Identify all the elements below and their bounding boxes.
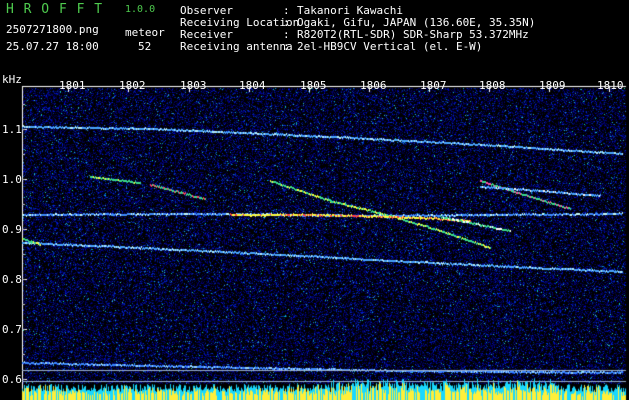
info-sep: : bbox=[283, 4, 290, 17]
time-tick-label: 1806 bbox=[360, 79, 387, 92]
time-tick-label: 1803 bbox=[180, 79, 207, 92]
freq-tick-label: 0.6 bbox=[2, 373, 22, 386]
info-sep: : bbox=[283, 40, 290, 53]
freq-tick-label: 0.9 bbox=[2, 223, 22, 236]
info-sep: : bbox=[283, 16, 290, 29]
meteor-count: 52 bbox=[138, 40, 152, 53]
info-value-observer: Takanori Kawachi bbox=[297, 4, 403, 17]
time-tick-label: 1802 bbox=[119, 79, 146, 92]
time-tick-label: 1805 bbox=[300, 79, 327, 92]
freq-tick-label: 1.1 bbox=[2, 123, 22, 136]
time-tick-label: 1804 bbox=[239, 79, 266, 92]
app-version: 1.0.0 bbox=[125, 4, 156, 15]
spectrogram-canvas bbox=[0, 0, 629, 400]
file-name: 2507271800.png bbox=[6, 23, 99, 36]
freq-tick-label: 0.8 bbox=[2, 273, 22, 286]
info-key-antenna: Receiving antenna bbox=[180, 40, 293, 53]
info-sep: : bbox=[283, 28, 290, 41]
freq-unit-label: kHz bbox=[2, 73, 22, 86]
freq-tick-label: 1.0 bbox=[2, 173, 22, 186]
time-tick-label: 1809 bbox=[539, 79, 566, 92]
file-datetime: 25.07.27 18:00 bbox=[6, 40, 99, 53]
info-key-observer: Observer bbox=[180, 4, 233, 17]
time-tick-label: 1801 bbox=[59, 79, 86, 92]
time-tick-label: 1808 bbox=[479, 79, 506, 92]
info-key-location: Receiving Location bbox=[180, 16, 300, 29]
app-name: H R O F F T bbox=[6, 2, 104, 17]
info-key-receiver: Receiver bbox=[180, 28, 233, 41]
info-value-antenna: 2el-HB9CV Vertical (el. E-W) bbox=[297, 40, 483, 53]
info-value-receiver: R820T2(RTL-SDR) SDR-Sharp 53.372MHz bbox=[297, 28, 529, 41]
time-tick-label: 1807 bbox=[420, 79, 447, 92]
time-tick-label: 1810 bbox=[597, 79, 624, 92]
freq-tick-label: 0.7 bbox=[2, 323, 22, 336]
meteor-label: meteor bbox=[125, 26, 165, 39]
hrofft-window: H R O F F T 1.0.0 2507271800.png meteor … bbox=[0, 0, 629, 400]
info-value-location: Ogaki, Gifu, JAPAN (136.60E, 35.35N) bbox=[297, 16, 536, 29]
